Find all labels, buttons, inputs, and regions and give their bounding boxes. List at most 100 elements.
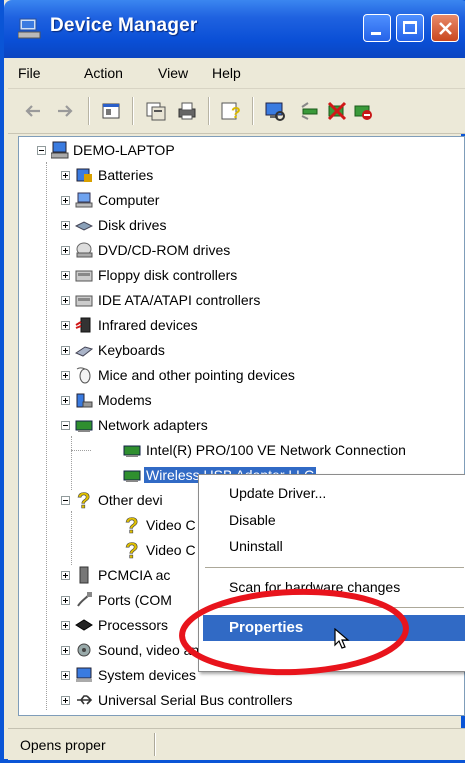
expand-toggle[interactable]: [61, 246, 70, 255]
tree-item-computer[interactable]: Computer: [19, 189, 459, 211]
menu-uninstall[interactable]: Uninstall: [203, 534, 465, 558]
tree-item-label: Video C: [146, 517, 196, 533]
tree-item-network-adapters[interactable]: Network adapters: [19, 414, 459, 436]
unknown-device-icon: ?: [125, 539, 139, 561]
toolbar-separator: [252, 97, 254, 125]
port-icon: [77, 592, 92, 607]
tree-item-label: Processors: [98, 617, 169, 633]
menu-action[interactable]: Action: [84, 65, 123, 81]
menu-disable[interactable]: Disable: [203, 508, 465, 532]
menu-help[interactable]: Help: [212, 65, 241, 81]
computer-icon: [51, 141, 69, 159]
disk-drive-icon: [75, 221, 93, 231]
expand-toggle[interactable]: [61, 671, 70, 680]
expand-toggle[interactable]: [61, 196, 70, 205]
close-button[interactable]: [431, 14, 459, 42]
maximize-button[interactable]: [396, 14, 424, 42]
tree-item-label: Disk drives: [98, 217, 167, 233]
tree-item-label: Mice and other pointing devices: [98, 367, 295, 383]
update-driver-icon[interactable]: [300, 100, 322, 122]
collapse-toggle[interactable]: [37, 146, 46, 155]
tree-item-infrared[interactable]: Infrared devices: [19, 314, 459, 336]
svg-text:?: ?: [125, 514, 138, 536]
device-manager-app-icon: [18, 18, 41, 39]
unknown-device-icon: ?: [125, 514, 139, 536]
tree-item-floppy[interactable]: Floppy disk controllers: [19, 264, 459, 286]
collapse-toggle[interactable]: [61, 496, 70, 505]
expand-toggle[interactable]: [61, 646, 70, 655]
network-adapter-icon: [123, 445, 141, 457]
menu-item-label: Uninstall: [229, 538, 283, 554]
system-device-icon: [76, 667, 92, 682]
computer-icon: [75, 192, 93, 208]
collapse-toggle[interactable]: [61, 421, 70, 430]
status-text: Opens proper: [20, 737, 106, 753]
tree-root[interactable]: DEMO-LAPTOP: [25, 139, 425, 161]
tree-item-label: Universal Serial Bus controllers: [98, 692, 293, 708]
tree-item-label: DVD/CD-ROM drives: [98, 242, 231, 258]
back-arrow-icon[interactable]: [22, 100, 44, 122]
menu-update-driver[interactable]: Update Driver...: [203, 481, 465, 505]
forward-arrow-icon[interactable]: [54, 100, 76, 122]
expand-toggle[interactable]: [61, 221, 70, 230]
tree-item-disk-drives[interactable]: Disk drives: [19, 214, 459, 236]
tree-item-mice[interactable]: Mice and other pointing devices: [19, 364, 459, 386]
modem-icon: [76, 393, 93, 408]
menu-file[interactable]: File: [18, 65, 41, 81]
tree-item-label: IDE ATA/ATAPI controllers: [98, 292, 261, 308]
tree-item-batteries[interactable]: Batteries: [19, 164, 459, 186]
tree-item-label: Other devi: [98, 492, 163, 508]
svg-text:?: ?: [125, 539, 138, 561]
window-title: Device Manager: [50, 15, 198, 36]
tree-connector-line: [71, 450, 91, 451]
show-hide-tree-icon[interactable]: [100, 100, 122, 122]
disable-icon[interactable]: [352, 100, 374, 122]
help-icon[interactable]: ?: [220, 100, 242, 122]
pcmcia-icon: [79, 566, 89, 584]
menu-view[interactable]: View: [158, 65, 188, 81]
tree-item-usb-controllers[interactable]: Universal Serial Bus controllers: [19, 689, 459, 711]
print-icon[interactable]: [176, 100, 198, 122]
menu-item-label: Update Driver...: [229, 485, 327, 501]
expand-toggle[interactable]: [61, 571, 70, 580]
status-bar: Opens proper: [8, 728, 465, 760]
svg-text:?: ?: [77, 489, 90, 511]
uninstall-icon[interactable]: [326, 100, 348, 122]
mouse-icon: [76, 367, 91, 384]
expand-toggle[interactable]: [61, 321, 70, 330]
maximize-icon: [403, 21, 417, 34]
tree-item-modems[interactable]: Modems: [19, 389, 459, 411]
menu-bar: File Action View Help: [8, 58, 465, 89]
expand-toggle[interactable]: [61, 396, 70, 405]
network-adapter-icon: [75, 420, 93, 432]
expand-toggle[interactable]: [61, 696, 70, 705]
tree-item-keyboards[interactable]: Keyboards: [19, 339, 459, 361]
tree-item-dvd-cd-rom[interactable]: DVD/CD-ROM drives: [19, 239, 459, 261]
title-bar[interactable]: Device Manager: [4, 0, 465, 58]
scan-hardware-icon[interactable]: [264, 100, 286, 122]
device-manager-window: Device Manager File Action View Help ? D…: [0, 0, 465, 763]
tree-item-label: Floppy disk controllers: [98, 267, 238, 283]
tree-item-ide[interactable]: IDE ATA/ATAPI controllers: [19, 289, 459, 311]
unknown-device-icon: ?: [77, 489, 91, 511]
expand-toggle[interactable]: [61, 296, 70, 305]
expand-toggle[interactable]: [61, 596, 70, 605]
expand-toggle[interactable]: [61, 621, 70, 630]
ide-controller-icon: [75, 295, 93, 307]
usb-icon: [77, 695, 93, 705]
toolbar: ?: [8, 89, 465, 134]
expand-toggle[interactable]: [61, 371, 70, 380]
expand-toggle[interactable]: [61, 271, 70, 280]
infrared-icon: [75, 317, 91, 333]
tree-item-intel-pro[interactable]: Intel(R) PRO/100 VE Network Connection: [19, 439, 464, 461]
properties-icon[interactable]: [145, 100, 167, 122]
expand-toggle[interactable]: [61, 346, 70, 355]
expand-toggle[interactable]: [61, 171, 70, 180]
minimize-button[interactable]: [363, 14, 391, 42]
svg-text:?: ?: [231, 105, 241, 122]
keyboard-icon: [75, 346, 93, 357]
menu-separator: [205, 567, 464, 568]
tree-item-label: Computer: [98, 192, 160, 208]
tree-root-label: DEMO-LAPTOP: [73, 142, 175, 158]
tree-item-label: Infrared devices: [98, 317, 198, 333]
